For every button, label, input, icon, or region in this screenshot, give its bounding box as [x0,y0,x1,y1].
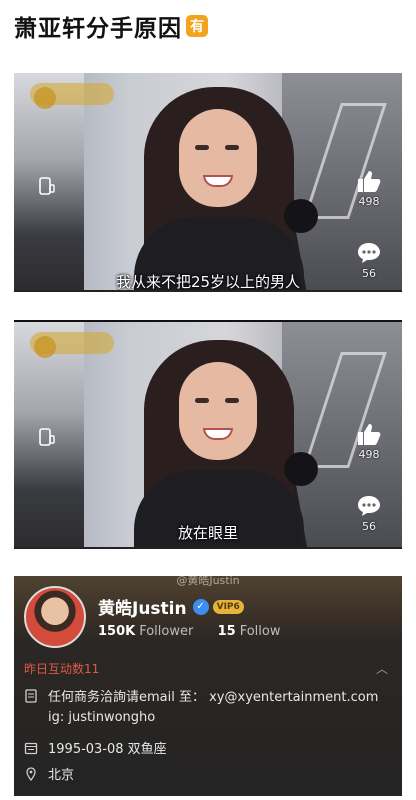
birthday-text: 1995-03-08 双鱼座 [48,742,167,757]
avatar[interactable] [24,586,86,648]
speaker-figure [134,340,318,547]
calendar-icon [24,742,38,754]
post-title: 萧亚轩分手原因 [14,16,182,42]
interaction-count: 昨日互动数11 [24,662,100,676]
profile-name-row: 黄皓Justin ✓ VIP6 [98,594,244,619]
video-subtitle: 放在眼里 [177,524,238,542]
comment-icon [358,243,380,263]
verified-icon: ✓ [192,598,209,615]
birthday-info: 1995-03-08 双鱼座 [24,738,392,757]
profile-stats: 150K Follower 15 Follow [98,624,281,639]
like-button[interactable]: 498 [354,422,384,461]
speaker-figure [134,87,318,290]
vip-badge: VIP6 [212,599,244,614]
like-count: 498 [358,448,380,461]
business-text: 任何商务洽詢请email 至： xy@xyentertainment.com [48,690,379,705]
location-text: 北京 [48,768,75,783]
video-frame-2[interactable]: 498 56 放在眼里 [14,320,402,549]
comment-icon [358,496,380,516]
thumbs-up-icon [358,424,381,445]
video-frame-1[interactable]: 498 56 我从来不把25岁以上的男人 [14,73,402,292]
channel-logo-mark [34,336,56,358]
ig-info: ig: justinwongho [24,710,392,725]
location-pin-icon [26,766,36,781]
document-icon [25,688,37,703]
followers-count[interactable]: 150K [98,624,135,639]
profile-name[interactable]: 黄皓Justin [98,594,187,619]
following-count[interactable]: 15 [218,624,236,639]
video-subtitle: 我从来不把25岁以上的男人 [115,273,301,291]
microphone [284,452,318,486]
location-info: 北京 [24,764,392,783]
title-badge: 有 [186,15,208,37]
like-count: 498 [358,195,380,208]
watermark: @黄皓Justin [176,576,240,587]
profile-card: @黄皓Justin 黄皓Justin ✓ VIP6 150K Follower 1… [14,576,402,796]
microphone [284,199,318,233]
like-button[interactable]: 498 [354,169,384,208]
following-label: Follow [239,624,281,639]
followers-label: Follower [139,624,194,639]
rotate-screen-icon[interactable] [38,428,56,446]
channel-logo-mark [34,87,56,109]
thumbs-up-icon [358,171,381,192]
post-title-row: 萧亚轩分手原因 有 [14,8,208,44]
chevron-up-icon[interactable]: ︿ [376,660,388,677]
ig-text: ig: justinwongho [48,710,156,725]
rotate-screen-icon[interactable] [38,177,56,195]
business-info: 任何商务洽詢请email 至： xy@xyentertainment.com [24,686,392,705]
